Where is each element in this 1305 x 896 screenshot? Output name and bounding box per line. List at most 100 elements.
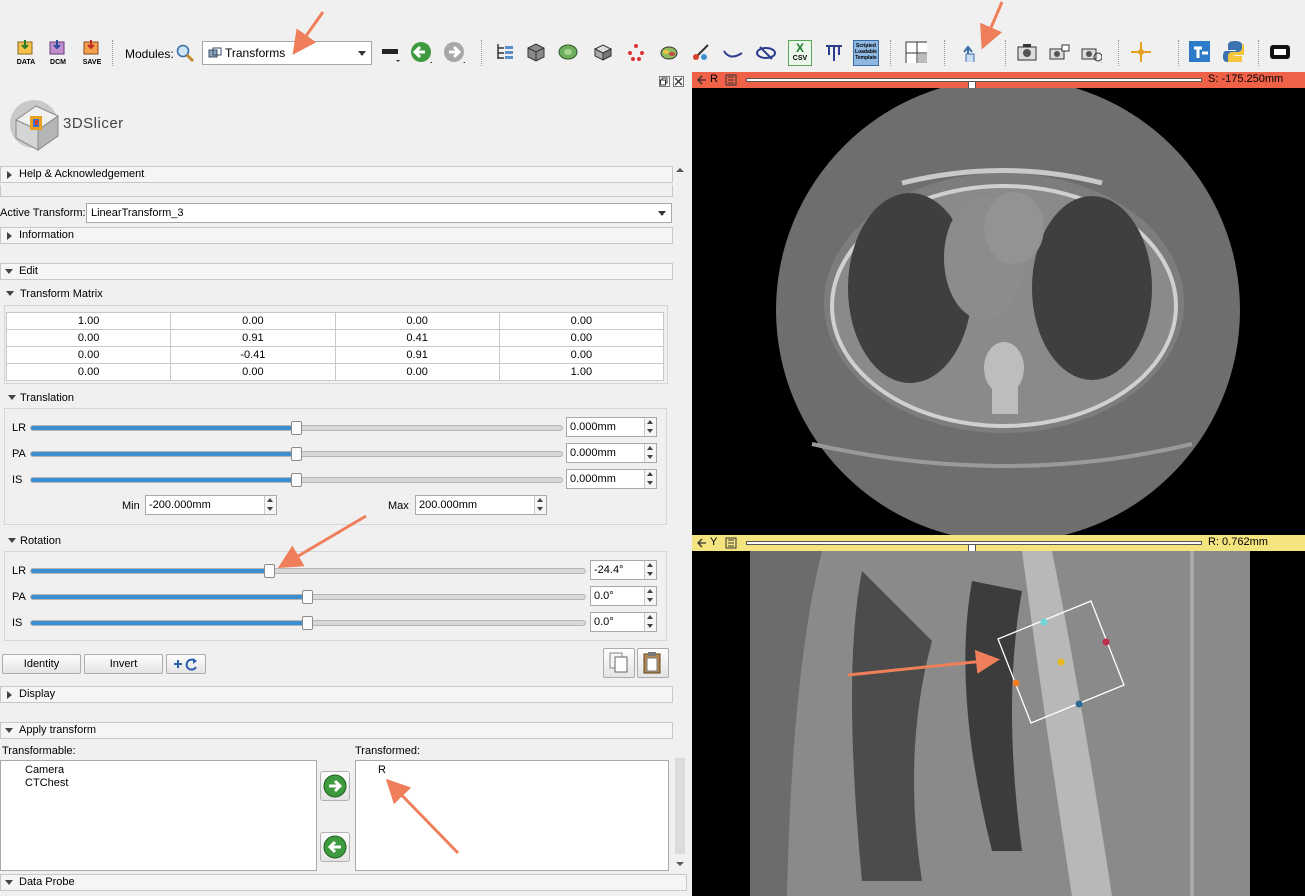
list-item[interactable]: Camera bbox=[25, 764, 64, 776]
rotation-pa-slider[interactable] bbox=[30, 590, 586, 604]
matrix-cell[interactable]: 1.00 bbox=[5, 312, 172, 330]
translation-is-spinbox[interactable]: 0.000mm bbox=[566, 469, 657, 489]
pin-icon[interactable] bbox=[697, 75, 707, 85]
crosshair-icon[interactable] bbox=[1130, 41, 1152, 63]
list-item[interactable]: CTChest bbox=[25, 777, 68, 789]
matrix-cell[interactable]: 0.00 bbox=[5, 346, 172, 364]
apply-transform-section-header[interactable]: Apply transform bbox=[0, 722, 673, 739]
pin-icon[interactable] bbox=[697, 538, 707, 548]
red-slice-view[interactable]: R S: -175.250mm bbox=[692, 72, 1305, 535]
rotation-lr-spinbox[interactable]: -24.4° bbox=[590, 560, 657, 580]
capture-camera-icon[interactable] bbox=[1080, 41, 1102, 63]
load-data-button[interactable]: DATA bbox=[14, 40, 38, 66]
slider-handle[interactable] bbox=[302, 616, 313, 630]
scroll-up-icon[interactable] bbox=[673, 165, 687, 175]
matrix-cell[interactable]: 0.00 bbox=[170, 363, 336, 381]
display-section-header[interactable]: Display bbox=[0, 686, 673, 703]
matrix-cell[interactable]: 1.00 bbox=[498, 363, 665, 381]
matrix-cell[interactable]: 0.91 bbox=[170, 329, 336, 347]
slider-handle[interactable] bbox=[290, 447, 302, 461]
extension-manager-icon[interactable] bbox=[1188, 40, 1210, 62]
translation-lr-spinbox[interactable]: 0.000mm bbox=[566, 417, 657, 437]
data-tree-icon[interactable] bbox=[494, 41, 516, 63]
translation-lr-slider[interactable] bbox=[30, 421, 563, 435]
matrix-cell[interactable]: 0.00 bbox=[5, 363, 172, 381]
yellow-slice-offset-slider[interactable] bbox=[746, 541, 1202, 556]
translation-pa-slider[interactable] bbox=[30, 447, 563, 461]
module-search-icon[interactable] bbox=[175, 43, 197, 65]
panel-scrollbar[interactable] bbox=[673, 165, 687, 871]
information-section-header[interactable]: Information bbox=[0, 227, 673, 244]
red-slice-offset-slider[interactable] bbox=[746, 78, 1202, 93]
translation-is-slider[interactable] bbox=[30, 473, 563, 487]
transformable-list[interactable]: Camera CTChest bbox=[0, 760, 317, 871]
translation-min-spinbox[interactable]: -200.000mm bbox=[145, 495, 277, 515]
help-section-header[interactable]: Help & Acknowledgement bbox=[0, 166, 673, 183]
scripted-template-button[interactable]: Scripted Loadable Template bbox=[853, 40, 879, 66]
python-console-icon[interactable] bbox=[1222, 40, 1244, 62]
transformed-list[interactable]: R bbox=[355, 760, 669, 871]
curve-icon[interactable] bbox=[722, 41, 744, 63]
matrix-cell[interactable]: 0.00 bbox=[498, 312, 665, 330]
active-transform-selector[interactable]: LinearTransform_3 bbox=[86, 203, 672, 223]
invert-button[interactable]: Invert bbox=[84, 654, 163, 674]
transform-matrix-table[interactable]: 1.00 0.00 0.00 0.00 0.00 0.91 0.41 0.00 0.00 -0… bbox=[5, 312, 665, 381]
remove-transform-button[interactable] bbox=[320, 832, 350, 862]
save-button[interactable]: SAVE bbox=[80, 40, 104, 66]
rotation-header[interactable]: Rotation bbox=[0, 533, 61, 549]
screenshot-camera-icon[interactable] bbox=[1016, 41, 1038, 63]
scroll-down-icon[interactable] bbox=[673, 859, 687, 869]
spin-buttons[interactable] bbox=[644, 587, 656, 605]
list-item[interactable]: R bbox=[378, 764, 386, 776]
close-panel-button[interactable] bbox=[673, 76, 684, 87]
data-probe-section-header[interactable]: Data Probe bbox=[0, 874, 687, 891]
transform-toolbar-icon[interactable] bbox=[958, 40, 980, 62]
matrix-cell[interactable]: 0.41 bbox=[334, 329, 500, 347]
link-icon[interactable] bbox=[725, 537, 737, 549]
volumes-cube-icon[interactable] bbox=[525, 41, 547, 63]
spin-buttons[interactable] bbox=[644, 613, 656, 631]
spin-buttons[interactable] bbox=[264, 496, 276, 514]
matrix-cell[interactable]: 0.00 bbox=[334, 363, 500, 381]
slider-handle[interactable] bbox=[302, 590, 313, 604]
copy-transform-button[interactable] bbox=[603, 648, 635, 678]
edit-section-header[interactable]: Edit bbox=[0, 263, 673, 280]
rotation-is-slider[interactable] bbox=[30, 616, 586, 630]
spin-buttons[interactable] bbox=[644, 444, 656, 462]
slider-handle[interactable] bbox=[290, 473, 302, 487]
identity-button[interactable]: Identity bbox=[2, 654, 81, 674]
editor-table-icon[interactable] bbox=[823, 41, 845, 63]
matrix-cell[interactable]: 0.00 bbox=[498, 346, 665, 364]
scrollbar-thumb[interactable] bbox=[675, 758, 685, 854]
models-icon[interactable] bbox=[557, 41, 579, 63]
csv-import-button[interactable]: X CSV bbox=[788, 40, 812, 66]
slider-handle[interactable] bbox=[264, 564, 276, 578]
dicom-button[interactable]: DCM bbox=[46, 40, 70, 66]
spin-buttons[interactable] bbox=[644, 561, 656, 579]
paste-transform-button[interactable] bbox=[637, 648, 669, 678]
translation-pa-spinbox[interactable]: 0.000mm bbox=[566, 443, 657, 463]
matrix-cell[interactable]: 0.00 bbox=[498, 329, 665, 347]
back-arrow-icon[interactable] bbox=[410, 41, 432, 63]
matrix-cell[interactable]: 0.00 bbox=[170, 312, 336, 330]
transforms-grid-icon[interactable] bbox=[592, 41, 614, 63]
volume-rendering-icon[interactable] bbox=[755, 41, 777, 63]
rotation-lr-slider[interactable] bbox=[30, 564, 586, 578]
float-panel-button[interactable] bbox=[659, 76, 670, 87]
matrix-cell[interactable]: 0.00 bbox=[334, 312, 500, 330]
rotation-pa-spinbox[interactable]: 0.0° bbox=[590, 586, 657, 606]
layout-grid-icon[interactable] bbox=[905, 41, 927, 63]
scene-view-camera-icon[interactable] bbox=[1048, 41, 1070, 63]
modules-selector[interactable]: Transforms bbox=[202, 41, 372, 65]
transform-matrix-header[interactable]: Transform Matrix bbox=[0, 286, 103, 302]
jupyter-icon[interactable] bbox=[1268, 41, 1290, 63]
matrix-cell[interactable]: -0.41 bbox=[170, 346, 336, 364]
matrix-cell[interactable]: 0.00 bbox=[5, 329, 172, 347]
rotation-is-spinbox[interactable]: 0.0° bbox=[590, 612, 657, 632]
translation-header[interactable]: Translation bbox=[0, 390, 74, 406]
markups-icon[interactable] bbox=[625, 41, 647, 63]
layout-bar-icon[interactable] bbox=[380, 41, 402, 63]
spin-buttons[interactable] bbox=[644, 418, 656, 436]
translation-max-spinbox[interactable]: 200.000mm bbox=[415, 495, 547, 515]
forward-arrow-icon[interactable] bbox=[443, 41, 465, 63]
